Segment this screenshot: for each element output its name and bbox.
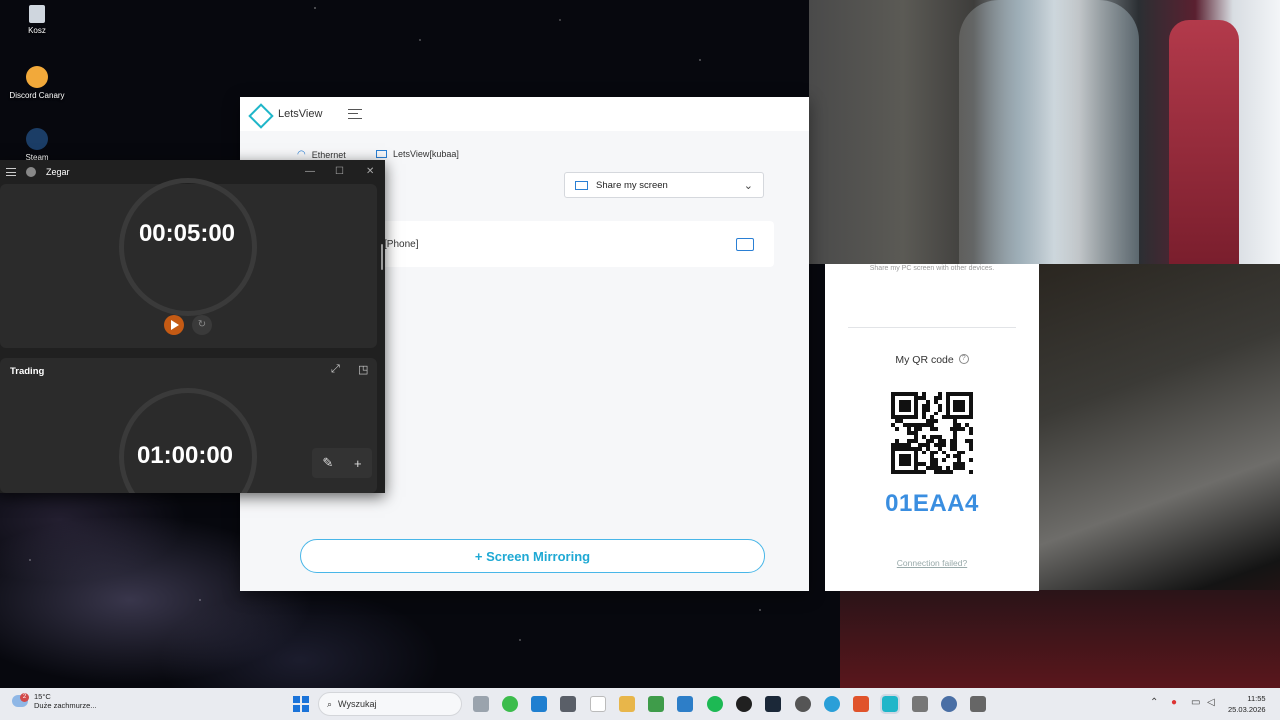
timer-title: Trading [10,366,45,377]
github-icon[interactable] [795,696,811,712]
desktop-icon-discord[interactable]: Discord Canary [2,66,72,100]
person-image [1169,20,1239,264]
desktop-icon-recycle-bin[interactable]: Kosz [2,5,72,35]
clock-app-icon [26,167,36,177]
bottle-image [959,0,1139,264]
timer-value: 00:05:00 [138,220,236,247]
maximize-icon[interactable]: ☐ [335,166,344,177]
screen-share-icon [575,180,588,190]
window-title: Zegar [46,167,70,177]
timer-card[interactable]: 00:05:00 ↻ [0,178,377,348]
divider [848,327,1016,328]
letsview-logo-icon [248,103,270,125]
share-button-label: Share my screen [596,179,668,191]
help-icon[interactable]: ? [958,354,969,364]
discord-icon [26,66,48,88]
timer-value: 01:00:00 [136,442,234,469]
add-icon[interactable]: + [354,456,362,471]
timer-edit-toolbar: ✎ + [312,448,372,478]
mail-icon[interactable] [560,696,576,712]
start-button[interactable] [293,696,309,712]
cast-screen-icon[interactable] [736,237,754,251]
connection-failed-link[interactable]: Connection failed? [825,558,1039,568]
g-app-icon[interactable] [736,696,752,712]
play-icon[interactable] [164,315,184,335]
file-explorer-icon[interactable] [619,696,635,712]
expand-icon[interactable]: ⤢ [331,363,340,376]
steam-icon [26,128,48,150]
weather-badge: 2 [20,693,29,702]
timer-progress-ring [119,388,257,493]
minimize-icon[interactable]: — [305,166,315,177]
vscode-icon[interactable] [531,696,547,712]
background-photo-bottom [840,590,1280,688]
screen-mirroring-button[interactable]: + Screen Mirroring [300,539,765,573]
duolingo-icon[interactable] [502,696,518,712]
desktop-icon-label: Kosz [28,26,46,35]
search-box[interactable]: ⌕ Wyszukaj [318,692,462,716]
device-item-label: [Phone] [384,238,419,250]
wifi-icon: ◠ [297,149,306,160]
taskbar: 2 15°C Duże zachmurze... ⌕ Wyszukaj ⌃ ● … [0,688,1280,720]
desktop-icon-steam[interactable]: Steam [2,128,72,162]
clock-window: Zegar — ☐ ✕ 00:05:00 ↻ Trading ⤢ ◳ 01:00… [0,160,385,493]
qr-label: My QR code [895,354,954,366]
microphone-icon[interactable]: ● [1171,697,1177,708]
weather-widget[interactable]: 2 15°C Duże zachmurze... [12,692,97,710]
task-view-icon[interactable] [473,696,489,712]
shield-icon[interactable] [648,696,664,712]
chevron-down-icon: ⌄ [743,179,753,192]
device-list-item[interactable]: [Phone] [360,221,774,267]
clock-time: 11:55 [1247,694,1266,703]
desktop-icon-label: Discord Canary [9,91,65,100]
device-name-label: LetsView[kubaa] [393,149,459,159]
settings-icon[interactable] [941,696,957,712]
search-placeholder: Wyszukaj [338,699,377,709]
spotify-icon[interactable] [707,696,723,712]
letsview-header: LetsView [240,97,809,131]
share-description: Share my PC screen with other devices. [869,265,995,272]
chevron-up-icon[interactable]: ⌃ [1150,697,1158,708]
device-name-status: LetsView[kubaa] [376,149,459,159]
system-clock[interactable]: 11:55 25.03.2026 [1228,693,1266,715]
weather-desc: Duże zachmurze... [34,701,97,710]
hamburger-menu-icon[interactable] [6,168,16,176]
monitor-icon [376,150,387,158]
clock-taskbar-icon[interactable] [970,696,986,712]
pin-icon[interactable]: ◳ [358,363,368,376]
qr-code [891,392,973,474]
edge-icon[interactable] [824,696,840,712]
connection-code: 01EAA4 [885,490,979,517]
clock-date: 25.03.2026 [1228,705,1266,714]
app-icon[interactable] [912,696,928,712]
network-status: ◠ Ethernet [297,149,346,160]
steam-taskbar-icon[interactable] [765,696,781,712]
network-label: Ethernet [311,149,346,160]
brave-icon[interactable] [853,696,869,712]
volume-icon[interactable]: ◁ [1207,697,1215,708]
menu-icon[interactable] [348,109,363,119]
notepad-icon[interactable] [590,696,606,712]
reset-icon[interactable]: ↻ [192,315,212,335]
letsview-taskbar-icon[interactable] [880,694,900,714]
qr-title: My QR code ? [825,354,1039,366]
search-icon: ⌕ [327,698,333,709]
close-icon[interactable]: ✕ [366,166,374,177]
recycle-bin-icon [29,5,45,23]
display-icon[interactable]: ▭ [1191,697,1200,708]
weather-temp: 15°C [34,692,51,701]
qr-panel: Share my PC screen with other devices. M… [825,264,1039,591]
photos-icon[interactable] [677,696,693,712]
app-title: LetsView [278,108,323,120]
scrollbar[interactable] [381,244,383,270]
webcam-preview [809,0,1280,264]
share-my-screen-dropdown[interactable]: Share my screen ⌄ [564,172,764,198]
edit-icon[interactable]: ✎ [322,455,333,471]
